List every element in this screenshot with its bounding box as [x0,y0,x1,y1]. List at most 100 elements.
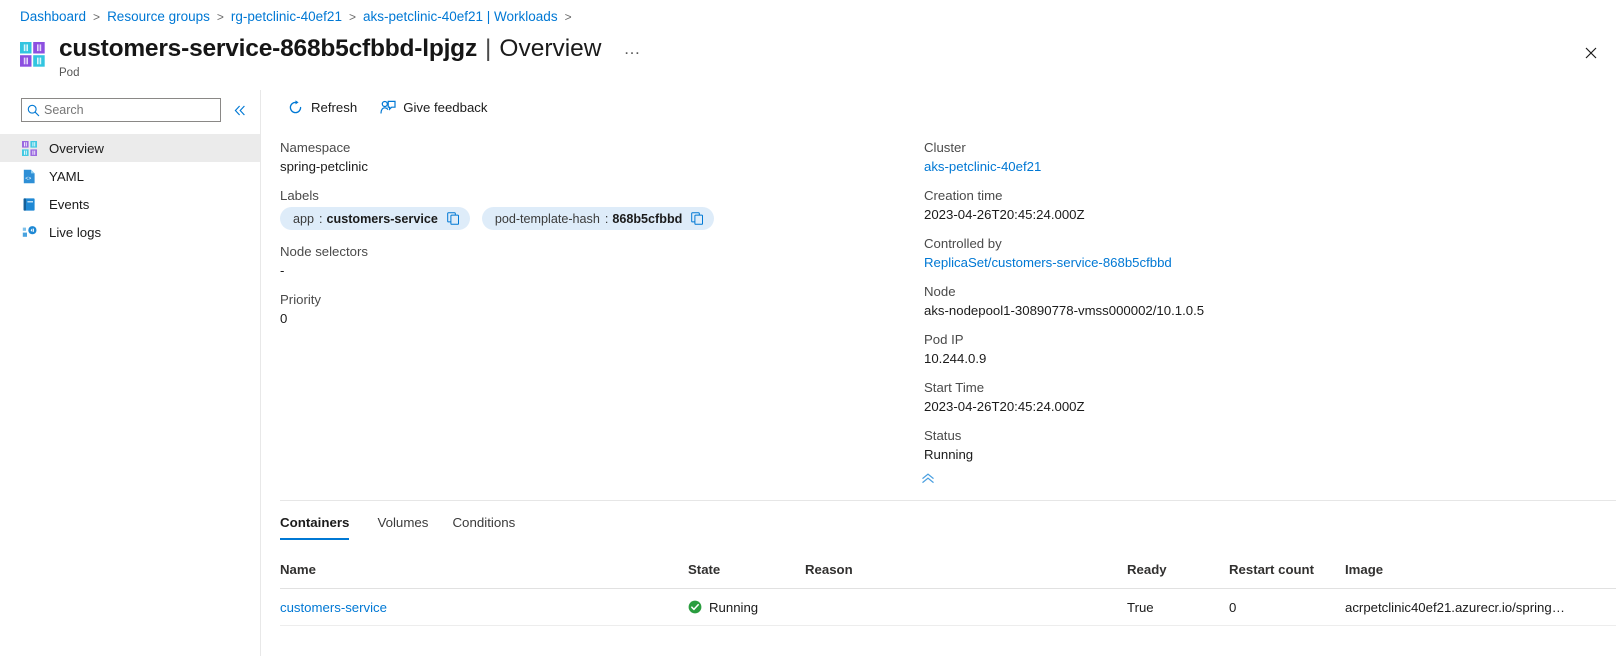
property-label-node: Node [924,284,956,299]
column-header-ready[interactable]: Ready [1127,562,1229,577]
container-name-link[interactable]: customers-service [280,600,387,615]
property-value-creation-time: 2023-04-26T20:45:24.000Z [924,207,1085,222]
property-label-pod-ip: Pod IP [924,332,964,347]
property-label-start-time: Start Time [924,380,985,395]
table-header-row: Name State Reason Ready Restart count Im… [280,562,1616,589]
page-section-title: Overview [499,35,602,62]
labels-chip-list: app : customers-service pod-template-has… [280,207,880,230]
give-feedback-label: Give feedback [403,100,488,115]
containers-table: Name State Reason Ready Restart count Im… [280,562,1616,626]
property-label-namespace: Namespace [280,140,351,155]
property-label-controlled-by: Controlled by [924,236,1002,251]
column-header-reason[interactable]: Reason [805,562,1127,577]
container-image: acrpetclinic40ef21.azurecr.io/spring… [1345,599,1565,615]
breadcrumb-separator: > [348,10,356,24]
property-label-creation-time: Creation time [924,188,1003,203]
page-title: customers-service-868b5cfbbd-lpjgz [59,35,478,62]
refresh-label: Refresh [311,100,358,115]
copy-icon[interactable] [446,211,461,226]
close-blade-button[interactable] [1574,38,1608,68]
tab-volumes[interactable]: Volumes [365,508,440,540]
search-icon [22,104,44,117]
command-bar: Refresh Give feedback [278,94,497,121]
properties-right-column: Cluster aks-petclinic-40ef21 Creation ti… [924,140,1484,476]
sidebar-item-yaml[interactable]: <> YAML [0,162,260,190]
sidebar-item-events[interactable]: Events [0,190,260,218]
sidebar-nav-list: Overview <> YAML Events Live logs [0,134,260,246]
tab-conditions[interactable]: Conditions [440,508,527,540]
section-divider [280,500,1616,501]
column-header-name[interactable]: Name [280,562,688,577]
search-box[interactable] [21,98,222,122]
tab-label: Conditions [452,515,516,530]
collapse-properties-button[interactable] [920,470,936,486]
azure-portal-blade: Dashboard > Resource groups > rg-petclin… [0,0,1616,656]
property-value-pod-ip: 10.244.0.9 [924,351,987,366]
container-state-label: Running [709,599,759,615]
sidebar-item-label: Events [49,196,90,212]
tab-label: Containers [280,515,350,530]
label-chip-separator: : [604,211,609,226]
title-divider: | [485,35,492,62]
property-value-controlled-by[interactable]: ReplicaSet/customers-service-868b5cfbbd [924,255,1484,270]
sidebar-search-row [0,90,260,130]
breadcrumb-item-resource-group[interactable]: rg-petclinic-40ef21 [231,9,342,25]
refresh-button[interactable]: Refresh [278,94,366,121]
property-value-start-time: 2023-04-26T20:45:24.000Z [924,399,1085,414]
breadcrumb-item-dashboard[interactable]: Dashboard [20,9,86,25]
breadcrumb-item-resource-groups[interactable]: Resource groups [107,9,210,25]
give-feedback-button[interactable]: Give feedback [370,94,496,121]
label-chip-pod-template-hash[interactable]: pod-template-hash : 868b5cfbbd [481,207,715,230]
label-chip-separator: : [319,211,323,226]
table-row[interactable]: customers-service Running True 0 acrpetc… [280,589,1616,626]
sidebar-collapse-button[interactable] [230,99,250,121]
column-header-state[interactable]: State [688,562,805,577]
overview-grid-icon [21,140,38,157]
copy-icon[interactable] [690,211,705,226]
page-subtitle: Pod [59,67,80,79]
sidebar: Overview <> YAML [0,90,261,656]
sidebar-item-live-logs[interactable]: Live logs [0,218,260,246]
property-value-cluster[interactable]: aks-petclinic-40ef21 [924,159,1484,174]
breadcrumb: Dashboard > Resource groups > rg-petclin… [20,9,579,25]
breadcrumb-separator: > [93,10,101,24]
close-icon [1585,47,1597,59]
refresh-icon [287,99,304,116]
sidebar-item-label: Overview [49,140,104,156]
tab-containers[interactable]: Containers [280,508,365,540]
chevron-double-left-icon [234,105,245,115]
property-value-node: aks-nodepool1-30890778-vmss000002/10.1.0… [924,303,1205,318]
properties-left-column: Namespace spring-petclinic Labels app : … [280,140,880,340]
status-ok-icon [688,600,702,614]
label-chip-key: pod-template-hash [494,211,600,226]
column-header-image[interactable]: Image [1345,562,1585,577]
property-label-node-selectors: Node selectors [280,244,368,259]
container-state-cell: Running [688,600,805,615]
tab-label: Volumes [377,515,429,530]
property-value-node-selectors: - [280,263,285,278]
label-chip-key: app [293,211,315,226]
property-value-priority: 0 [280,311,288,326]
pod-icon [20,42,45,67]
label-chip-value: customers-service [326,211,438,226]
sidebar-item-label: YAML [49,168,84,184]
search-input[interactable] [44,103,214,117]
property-label-cluster: Cluster [924,140,966,155]
label-chip-value: 868b5cfbbd [612,211,683,226]
property-label-status: Status [924,428,962,443]
container-ready: True [1127,599,1154,615]
sidebar-item-overview[interactable]: Overview [0,134,260,162]
page-title-block: customers-service-868b5cfbbd-lpjgz | Ove… [20,34,646,79]
property-value-namespace: spring-petclinic [280,159,368,174]
events-book-icon [21,196,38,213]
more-options-button[interactable]: … [620,39,647,59]
breadcrumb-item-workloads[interactable]: aks-petclinic-40ef21 | Workloads [363,9,558,25]
property-label-labels: Labels [280,188,319,203]
chevron-double-up-icon [922,472,934,483]
live-logs-icon [21,224,38,241]
label-chip-app[interactable]: app : customers-service [280,207,470,230]
breadcrumb-separator: > [564,10,572,24]
feedback-person-icon [379,99,396,116]
column-header-restart-count[interactable]: Restart count [1229,562,1345,577]
yaml-file-icon: <> [21,168,38,185]
